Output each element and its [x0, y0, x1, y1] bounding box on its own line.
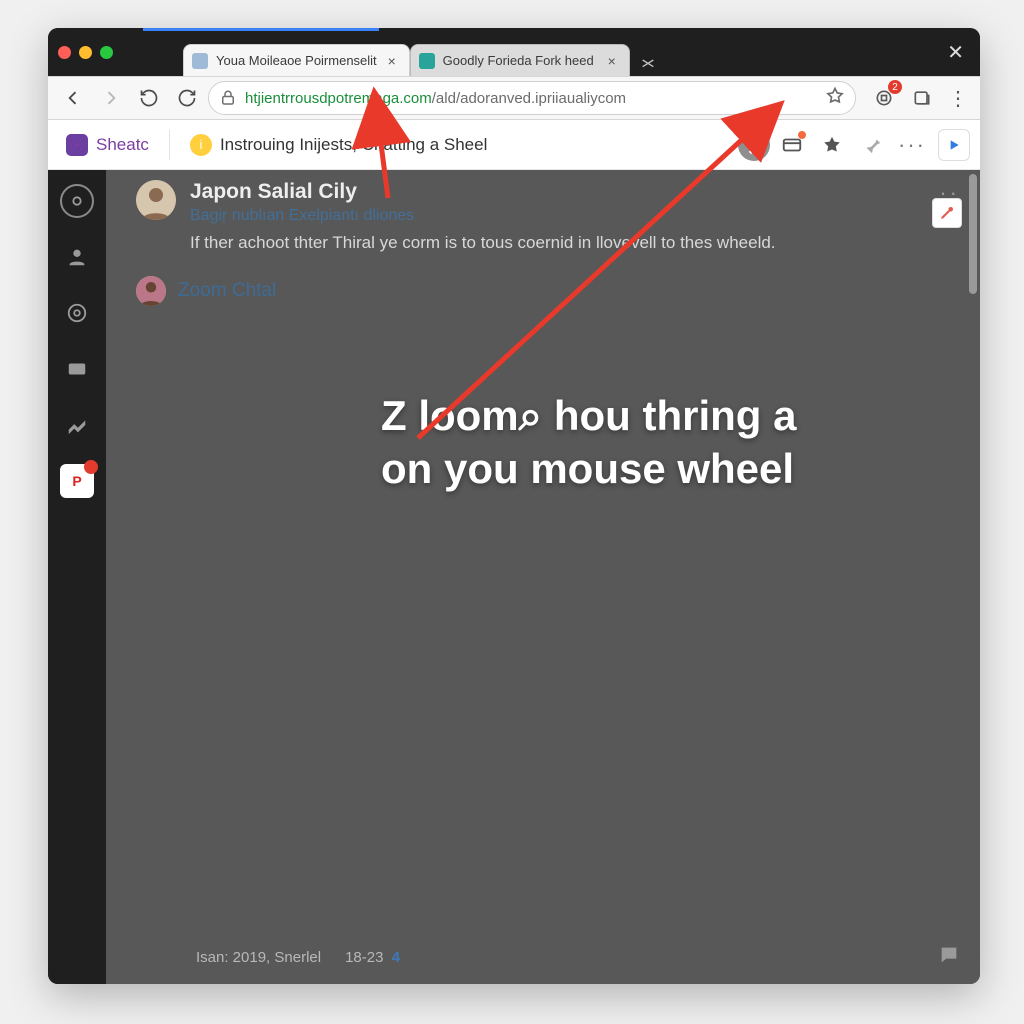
tab-1[interactable]: Youa Moileaoe Poirmenselit ×	[183, 44, 410, 76]
reply-row[interactable]: Zoom Chtal	[136, 276, 960, 306]
reply-name: Zoom Chtal	[178, 280, 276, 302]
post-body: If ther achoot thter Thiral ye corm is t…	[190, 231, 810, 256]
tab-title: Youa Moileaoe Poirmenselit	[216, 53, 377, 68]
forward-button[interactable]	[94, 81, 128, 115]
bookmarks-right: ···	[738, 129, 970, 161]
play-button[interactable]	[938, 129, 970, 161]
url-text: htjientrrousdpotremaga.com/ald/adoranved…	[245, 90, 626, 107]
sidebar-user-icon[interactable]	[60, 240, 94, 274]
scrollbar-thumb[interactable]	[969, 174, 977, 294]
overlay-line-1: Z loom⌕ hou thring a	[381, 392, 796, 439]
address-bar[interactable]: htjientrrousdpotremaga.com/ald/adoranved…	[208, 81, 856, 115]
record-icon[interactable]	[738, 131, 766, 159]
window-controls	[58, 46, 113, 59]
bookmark-star-icon[interactable]	[825, 86, 845, 111]
page-footer: Isan: 2019, Snerlel 18-23 4	[196, 944, 960, 970]
extension-2-icon[interactable]	[906, 82, 938, 114]
card-icon[interactable]	[778, 131, 806, 159]
extension-badge: 2	[888, 80, 902, 94]
content-area: P Japon Salial Cily Bagiŗ nublıan Exelpi…	[48, 170, 980, 984]
tab-favicon-icon	[192, 53, 208, 69]
tab-close-icon[interactable]: ×	[385, 54, 399, 68]
window-x-button[interactable]: ✕	[941, 40, 970, 65]
footer-left: Isan: 2019, Snerlel	[196, 949, 321, 966]
sidebar-mail-icon[interactable]	[60, 352, 94, 386]
bookmark-item-1[interactable]: ⦿ Sheatc	[58, 130, 157, 160]
window-maximize-button[interactable]	[100, 46, 113, 59]
sidebar-tools-icon[interactable]	[60, 408, 94, 442]
star-icon[interactable]	[818, 131, 846, 159]
post-subtitle[interactable]: Bagiŗ nublıan Exelpiantı dliones	[190, 207, 925, 225]
browser-menu-button[interactable]: ⋮	[944, 86, 972, 111]
browser-toolbar: htjientrrousdpotremaga.com/ald/adoranved…	[48, 76, 980, 120]
footer-number: 4	[392, 949, 400, 966]
chat-icon[interactable]	[938, 944, 960, 970]
bookmark-label: Instrouing Inijests, Chatting a Sheel	[220, 135, 487, 155]
new-tab-button[interactable]	[636, 52, 660, 76]
sidebar-app-icon[interactable]: P	[60, 464, 94, 498]
footer-mid: 18-23 4	[345, 949, 400, 966]
active-tab-indicator	[143, 28, 379, 31]
post-author: Japon Salial Cily	[190, 180, 925, 204]
tab-close-icon[interactable]: ×	[605, 54, 619, 68]
post-area: Japon Salial Cily Bagiŗ nublıan Exelpian…	[136, 180, 960, 306]
tab-2[interactable]: Goodly Forieda Fork heed ×	[410, 44, 630, 76]
url-path: /ald/adoranved.ipriiaualiycom	[432, 90, 626, 107]
tab-favicon-icon	[419, 53, 435, 69]
overlay-line-2: on you mouse wheel	[381, 445, 794, 492]
window-minimize-button[interactable]	[79, 46, 92, 59]
window-close-button[interactable]	[58, 46, 71, 59]
sidebar-explore-icon[interactable]	[60, 296, 94, 330]
bookmarks-bar: ⦿ Sheatc i Instrouing Inijests, Chatting…	[48, 120, 980, 170]
bookmark-label: Sheatc	[96, 135, 149, 155]
tab-title: Goodly Forieda Fork heed	[443, 53, 597, 68]
page-body: Japon Salial Cily Bagiŗ nublıan Exelpian…	[106, 170, 980, 984]
bookmark-icon: ⦿	[66, 134, 88, 156]
extension-1-icon[interactable]: 2	[868, 82, 900, 114]
reload-button[interactable]	[132, 81, 166, 115]
avatar[interactable]	[136, 180, 176, 220]
info-icon: i	[190, 134, 212, 156]
edit-pin-icon[interactable]	[932, 198, 962, 228]
reply-avatar	[136, 276, 166, 306]
tab-strip: Youa Moileaoe Poirmenselit × Goodly Fori…	[183, 28, 941, 76]
sidebar-home-icon[interactable]	[60, 184, 94, 218]
post: Japon Salial Cily Bagiŗ nublıan Exelpian…	[136, 180, 960, 306]
notification-dot	[798, 131, 806, 139]
lock-icon	[219, 89, 237, 107]
back-button[interactable]	[56, 81, 90, 115]
reload-alt-button[interactable]	[170, 81, 204, 115]
sidebar-badge	[84, 460, 98, 474]
pin-icon[interactable]	[858, 131, 886, 159]
separator	[169, 130, 170, 160]
tutorial-overlay-text: Z loom⌕ hou thring a on you mouse wheel	[381, 390, 880, 495]
app-sidebar: P	[48, 170, 106, 984]
url-host: rrousdpotremaga.com	[285, 90, 432, 107]
browser-window: Youa Moileaoe Poirmenselit × Goodly Fori…	[48, 28, 980, 984]
url-scheme: htjient	[245, 90, 285, 107]
bookmark-item-2[interactable]: i Instrouing Inijests, Chatting a Sheel	[182, 130, 495, 160]
titlebar: Youa Moileaoe Poirmenselit × Goodly Fori…	[48, 28, 980, 76]
toolbar-right: 2 ⋮	[868, 82, 972, 114]
overflow-menu-icon[interactable]: ···	[898, 132, 926, 158]
